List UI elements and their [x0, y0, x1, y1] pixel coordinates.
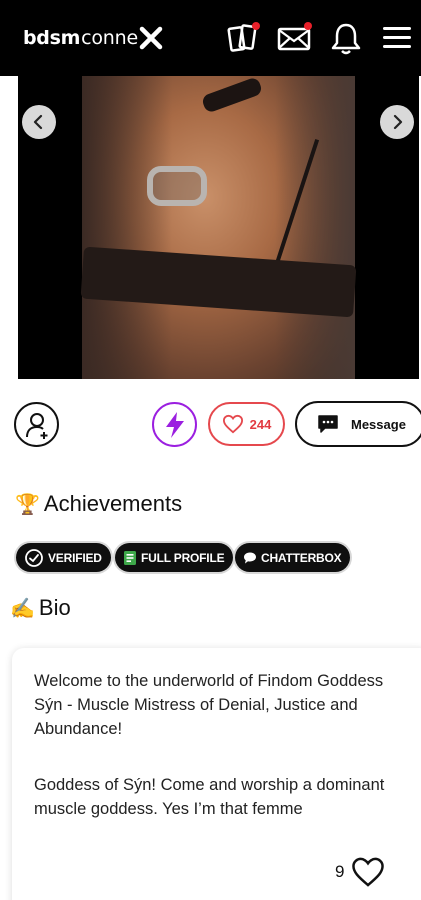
message-button[interactable]: Message [295, 401, 421, 447]
add-user-icon [25, 412, 47, 439]
mail-icon[interactable] [274, 18, 314, 58]
mail-notification-dot [304, 22, 312, 30]
add-friend-button[interactable] [14, 402, 59, 447]
heart-outline-icon [352, 857, 385, 887]
bio-like-count: 9 [335, 862, 345, 881]
bio-paragraph-2: Goddess of Sýn! Come and worship a domin… [34, 776, 385, 818]
bio-paragraph-1: Welcome to the underworld of Findom Godd… [34, 672, 384, 738]
top-nav-bar: bdsm conne [0, 0, 421, 76]
logo-text-bold: bdsm [23, 27, 81, 49]
badge-verified: VERIFIED [16, 543, 111, 572]
bio-heading: ✍ Bio [10, 595, 71, 621]
bell-icon[interactable] [326, 18, 366, 58]
bio-like-button[interactable]: 9 [335, 856, 386, 888]
cards-icon[interactable] [222, 18, 262, 58]
trophy-icon: 🏆 [15, 493, 40, 516]
check-circle-icon [25, 548, 43, 567]
message-button-label: Message [351, 416, 406, 432]
heart-outline-icon [222, 414, 243, 434]
achievements-title: Achievements [43, 491, 183, 516]
achievements-heading: 🏆 Achievements [15, 491, 182, 517]
badge-chatterbox: CHATTERBOX [235, 543, 351, 572]
logo-text-light: conne [81, 27, 138, 49]
profile-photo [80, 76, 357, 379]
carousel-prev-button[interactable] [22, 105, 56, 139]
profile-card-icon [124, 550, 136, 565]
logo-x-mark-icon [139, 26, 163, 50]
lightning-bolt-icon [165, 411, 184, 438]
profile-like-count: 244 [249, 416, 272, 432]
bio-title: Bio [38, 595, 71, 620]
chat-icon [318, 415, 338, 433]
speech-bubble-icon [244, 552, 256, 563]
carousel-next-button[interactable] [380, 105, 414, 139]
profile-photo-carousel[interactable] [18, 76, 419, 379]
profile-like-button[interactable]: 244 [208, 402, 285, 446]
badge-full-profile: FULL PROFILE [115, 543, 234, 572]
badge-chatterbox-label: CHATTERBOX [261, 550, 342, 565]
site-logo[interactable]: bdsm conne [23, 24, 163, 52]
badge-full-profile-label: FULL PROFILE [141, 550, 225, 565]
cards-notification-dot [252, 22, 260, 30]
badge-verified-label: VERIFIED [48, 550, 102, 565]
boost-button[interactable] [152, 402, 197, 447]
writing-hand-icon: ✍ [10, 597, 35, 620]
menu-icon[interactable] [377, 18, 417, 58]
